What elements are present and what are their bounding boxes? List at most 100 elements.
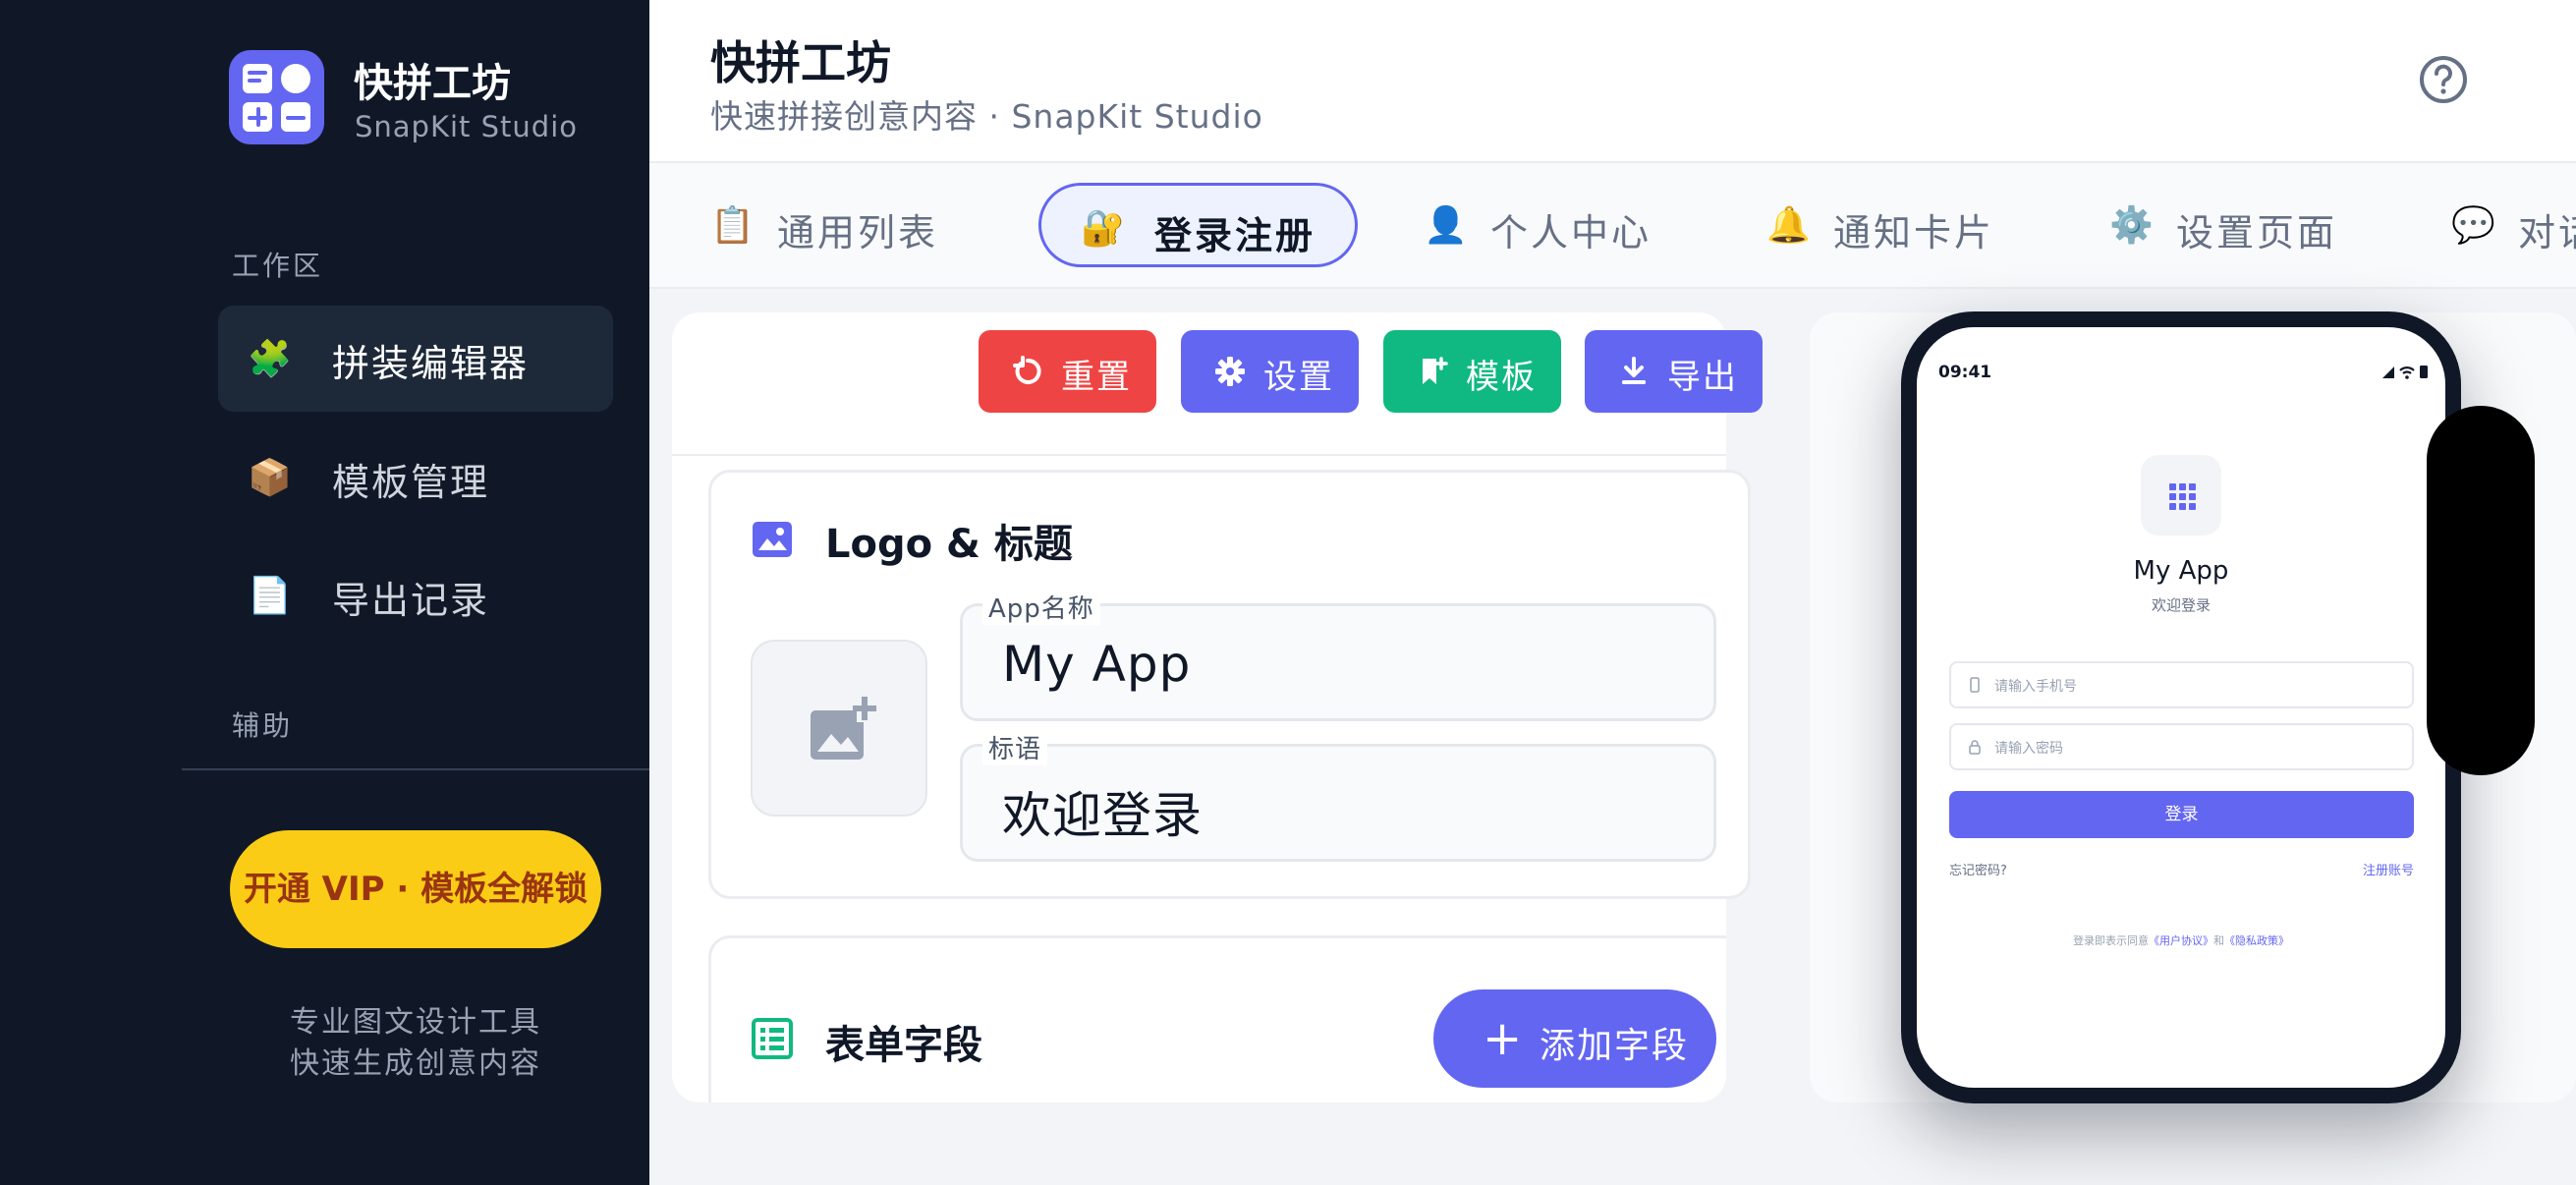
tab-notification-card[interactable]: 🔔 通知卡片 xyxy=(1766,183,2002,267)
logo-dot xyxy=(2189,493,2196,500)
add-photo-icon xyxy=(811,695,876,760)
preview-register-link[interactable]: 注册账号 xyxy=(2329,860,2414,878)
logo-dot xyxy=(2179,483,2186,490)
slogan-value: 欢迎登录 xyxy=(1002,787,1203,844)
tagline-line-1: 专业图文设计工具 xyxy=(290,1005,541,1040)
add-field-button[interactable]: + 添加字段 xyxy=(1433,989,1716,1088)
reset-button[interactable]: 重置 xyxy=(979,330,1156,413)
lock-icon xyxy=(1969,740,1981,755)
preview-login-button[interactable]: 登录 xyxy=(1949,791,2414,838)
terms-prefix: 登录即表示同意 xyxy=(2073,934,2149,947)
preview-phone-placeholder: 请输入手机号 xyxy=(1994,679,2077,695)
brand-subtitle: SnapKit Studio xyxy=(355,110,578,143)
gear-icon xyxy=(1215,357,1245,386)
phone-icon xyxy=(1970,677,1980,693)
logo-dot xyxy=(2179,493,2186,500)
tab-label: 登录注册 xyxy=(1154,214,1316,257)
sidebar: 快拼工坊 SnapKit Studio 工作区 🧩 拼装编辑器 📦 模板管理 📄… xyxy=(0,0,649,1185)
add-field-label: 添加字段 xyxy=(1540,1026,1690,1066)
settings-button-label: 设置 xyxy=(1263,358,1334,397)
logo-dot xyxy=(2169,483,2176,490)
image-icon xyxy=(753,522,792,557)
tab-label: 通用列表 xyxy=(777,211,939,254)
preview-slogan: 欢迎登录 xyxy=(2151,596,2211,614)
tab-chat[interactable]: 💬 对话 xyxy=(2451,183,2576,267)
header: 快拼工坊 快速拼接创意内容 · SnapKit Studio xyxy=(649,0,2576,163)
clipboard-icon: 📋 xyxy=(710,205,755,246)
terms-user-link[interactable]: 《用户协议》 xyxy=(2149,934,2213,947)
puzzle-icon: 🧩 xyxy=(248,339,292,379)
terms-privacy-link[interactable]: 《隐私政策》 xyxy=(2224,934,2289,947)
logo-title-section-title: Logo & 标题 xyxy=(825,522,1073,567)
phone-preview: 09:41 My App 欢迎登录 请输入手机号 请输入密码 登录 忘记密码? … xyxy=(1901,311,2461,1103)
sidebar-item-editor[interactable]: 🧩 拼装编辑器 xyxy=(218,306,613,412)
status-time: 09:41 xyxy=(1938,363,1992,382)
logo-dot xyxy=(2189,483,2196,490)
slogan-label: 标语 xyxy=(982,729,1048,765)
bell-icon: 🔔 xyxy=(1766,205,1811,246)
app-name-value: My App xyxy=(1002,636,1192,693)
brand-logo-icon xyxy=(229,50,324,144)
preview-terms: 登录即表示同意《用户协议》和《隐私政策》 xyxy=(1917,932,2445,948)
template-tabs: 📋 通用列表 🔐 登录注册 👤 个人中心 🔔 通知卡片 ⚙️ 设置页面 💬 对话 xyxy=(649,163,2576,289)
page-subtitle: 快速拼接创意内容 · SnapKit Studio xyxy=(710,97,1263,136)
sidebar-divider xyxy=(182,768,649,770)
preview-phone-input[interactable]: 请输入手机号 xyxy=(1949,661,2414,708)
download-icon xyxy=(1622,357,1646,384)
package-icon: 📦 xyxy=(248,458,292,498)
tab-label: 个人中心 xyxy=(1490,211,1652,254)
document-icon: 📄 xyxy=(248,576,292,616)
preview-app-name: My App xyxy=(2133,556,2229,586)
export-button[interactable]: 导出 xyxy=(1585,330,1763,413)
phone-screen: 09:41 My App 欢迎登录 请输入手机号 请输入密码 登录 忘记密码? … xyxy=(1917,327,2445,1088)
vip-upgrade-button[interactable]: 开通 VIP · 模板全解锁 xyxy=(230,830,601,948)
export-button-label: 导出 xyxy=(1667,358,1738,397)
page-title: 快拼工坊 xyxy=(710,36,891,89)
tab-general-list[interactable]: 📋 通用列表 xyxy=(710,183,956,267)
app-name-field[interactable]: App名称 My App xyxy=(960,589,1716,721)
status-signal-wifi-battery-icon xyxy=(2382,366,2428,379)
chat-bubble-icon: 💬 xyxy=(2451,205,2495,246)
logo-title-card: Logo & 标题 App名称 My App 标语 欢迎登录 xyxy=(708,470,1751,899)
help-circle-icon[interactable] xyxy=(2419,55,2468,104)
section-label-workspace: 工作区 xyxy=(232,250,324,282)
slogan-field[interactable]: 标语 欢迎登录 xyxy=(960,729,1716,862)
logo-dot xyxy=(2189,503,2196,510)
tab-login-register[interactable]: 🔐 登录注册 xyxy=(1038,183,1358,267)
app-root: 快拼工坊 SnapKit Studio 工作区 🧩 拼装编辑器 📦 模板管理 📄… xyxy=(0,0,2576,1185)
logo-dot xyxy=(2179,503,2186,510)
preview-password-input[interactable]: 请输入密码 xyxy=(1949,723,2414,770)
settings-button[interactable]: 设置 xyxy=(1181,330,1359,413)
logo-dot xyxy=(2169,503,2176,510)
user-icon: 👤 xyxy=(1424,205,1468,246)
lock-key-icon: 🔐 xyxy=(1081,208,1125,249)
brand-name: 快拼工坊 xyxy=(354,61,511,106)
reset-button-label: 重置 xyxy=(1061,358,1132,397)
phone-side-handle[interactable] xyxy=(2427,406,2535,775)
sidebar-item-templates[interactable]: 📦 模板管理 xyxy=(218,424,613,531)
bookmark-plus-icon xyxy=(1423,357,1448,384)
sidebar-item-exports[interactable]: 📄 导出记录 xyxy=(218,542,613,649)
tab-settings-page[interactable]: ⚙️ 设置页面 xyxy=(2109,183,2345,267)
template-button-label: 模板 xyxy=(1466,358,1537,397)
app-name-label: App名称 xyxy=(982,589,1100,625)
template-button[interactable]: 模板 xyxy=(1383,330,1561,413)
tab-label: 设置页面 xyxy=(2176,211,2338,254)
logo-upload-button[interactable] xyxy=(751,640,927,817)
sidebar-item-label: 模板管理 xyxy=(332,461,490,504)
reset-icon xyxy=(1013,356,1041,384)
preview-password-placeholder: 请输入密码 xyxy=(1994,741,2063,757)
preview-app-logo-icon xyxy=(2141,455,2221,536)
tagline-line-2: 快速生成创意内容 xyxy=(290,1046,541,1081)
sidebar-item-label: 拼装编辑器 xyxy=(332,342,530,385)
tab-label: 对话 xyxy=(2518,211,2576,254)
plus-icon: + xyxy=(1483,1011,1523,1066)
tab-label: 通知卡片 xyxy=(1833,211,1995,254)
terms-and: 和 xyxy=(2213,934,2224,947)
gear-icon: ⚙️ xyxy=(2109,205,2154,246)
section-label-aux: 辅助 xyxy=(232,709,294,742)
preview-forgot-link[interactable]: 忘记密码? xyxy=(1949,860,2007,878)
tab-profile[interactable]: 👤 个人中心 xyxy=(1424,183,1659,267)
logo-dot xyxy=(2169,493,2176,500)
sidebar-item-label: 导出记录 xyxy=(332,579,490,622)
